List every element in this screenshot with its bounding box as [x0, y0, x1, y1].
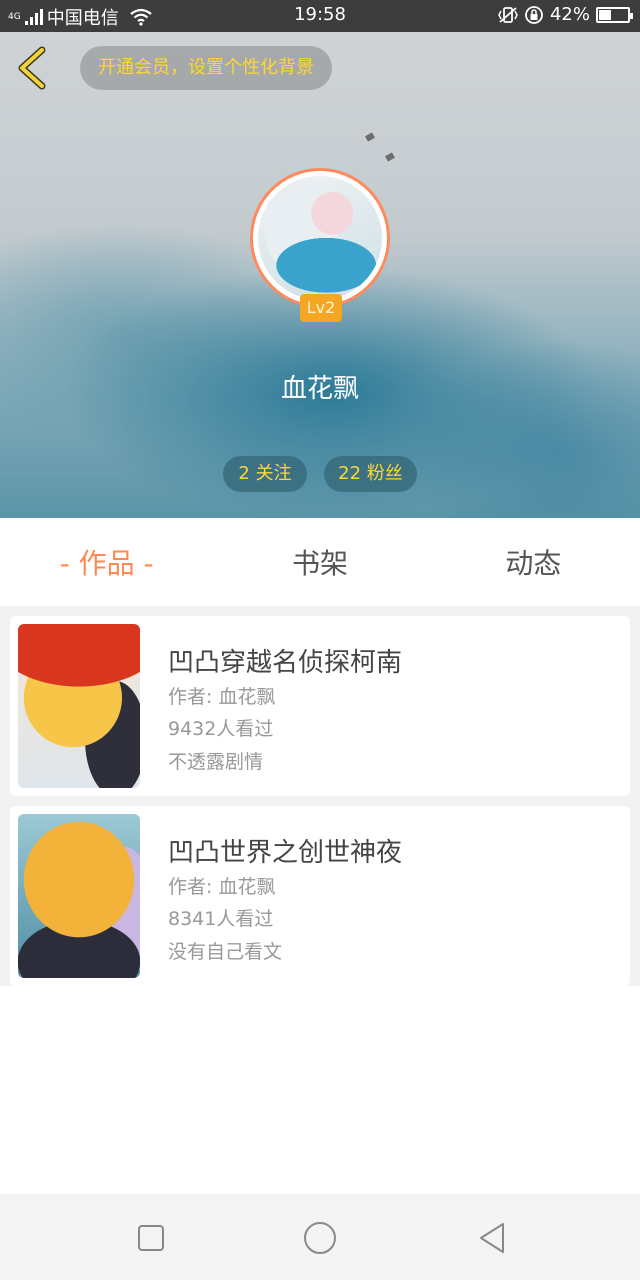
work-cover-image: [18, 814, 140, 978]
battery-icon: [596, 6, 633, 23]
work-author: 作者: 血花飘: [168, 686, 276, 708]
work-cover-image: [18, 624, 140, 788]
works-list: 凹凸穿越名侦探柯南 作者: 血花飘 9432人看过 不透露剧情 凹凸世界之创世神…: [0, 606, 640, 986]
work-card[interactable]: 凹凸世界之创世神夜 作者: 血花飘 8341人看过 没有自己看文: [10, 806, 630, 986]
work-title: 凹凸穿越名侦探柯南: [168, 648, 403, 678]
vibrate-icon: [498, 6, 518, 23]
avatar-image: [258, 176, 382, 300]
username: 血花飘: [280, 374, 359, 404]
work-card[interactable]: 凹凸穿越名侦探柯南 作者: 血花飘 9432人看过 不透露剧情: [10, 616, 630, 796]
work-author: 作者: 血花飘: [168, 876, 276, 898]
profile-header: 开通会员，设置个性化背景 Lv2 血花飘 2 关注 22 粉丝: [0, 32, 640, 518]
nav-back-icon[interactable]: [475, 1221, 509, 1255]
system-nav-bar: [0, 1194, 640, 1280]
work-views: 8341人看过: [168, 908, 274, 930]
recent-apps-icon[interactable]: [134, 1221, 168, 1255]
level-badge: Lv2: [300, 294, 342, 322]
tab-activity[interactable]: 动态: [427, 518, 640, 606]
battery-level-fill: [599, 9, 611, 20]
decor-flake: [365, 132, 375, 142]
work-title: 凹凸世界之创世神夜: [168, 838, 403, 868]
tab-works[interactable]: - 作品 -: [0, 518, 213, 606]
tab-bookshelf[interactable]: 书架: [213, 518, 426, 606]
fans-button[interactable]: 22 粉丝: [324, 456, 417, 492]
battery-percent: 42%: [549, 4, 590, 25]
back-icon[interactable]: [14, 46, 54, 90]
profile-tabs: - 作品 - 书架 动态: [0, 518, 640, 606]
following-button[interactable]: 2 关注: [223, 456, 307, 492]
rotation-lock-icon: [525, 5, 543, 24]
vip-background-button[interactable]: 开通会员，设置个性化背景: [80, 46, 332, 90]
avatar[interactable]: [250, 168, 390, 308]
work-views: 9432人看过: [168, 718, 274, 740]
work-intro: 没有自己看文: [168, 941, 283, 963]
decor-flake: [385, 152, 395, 162]
work-intro: 不透露剧情: [168, 751, 264, 773]
home-icon[interactable]: [303, 1221, 337, 1255]
status-bar: 4G 中国电信 19:58 42%: [0, 0, 640, 32]
status-right: 42%: [498, 4, 633, 25]
